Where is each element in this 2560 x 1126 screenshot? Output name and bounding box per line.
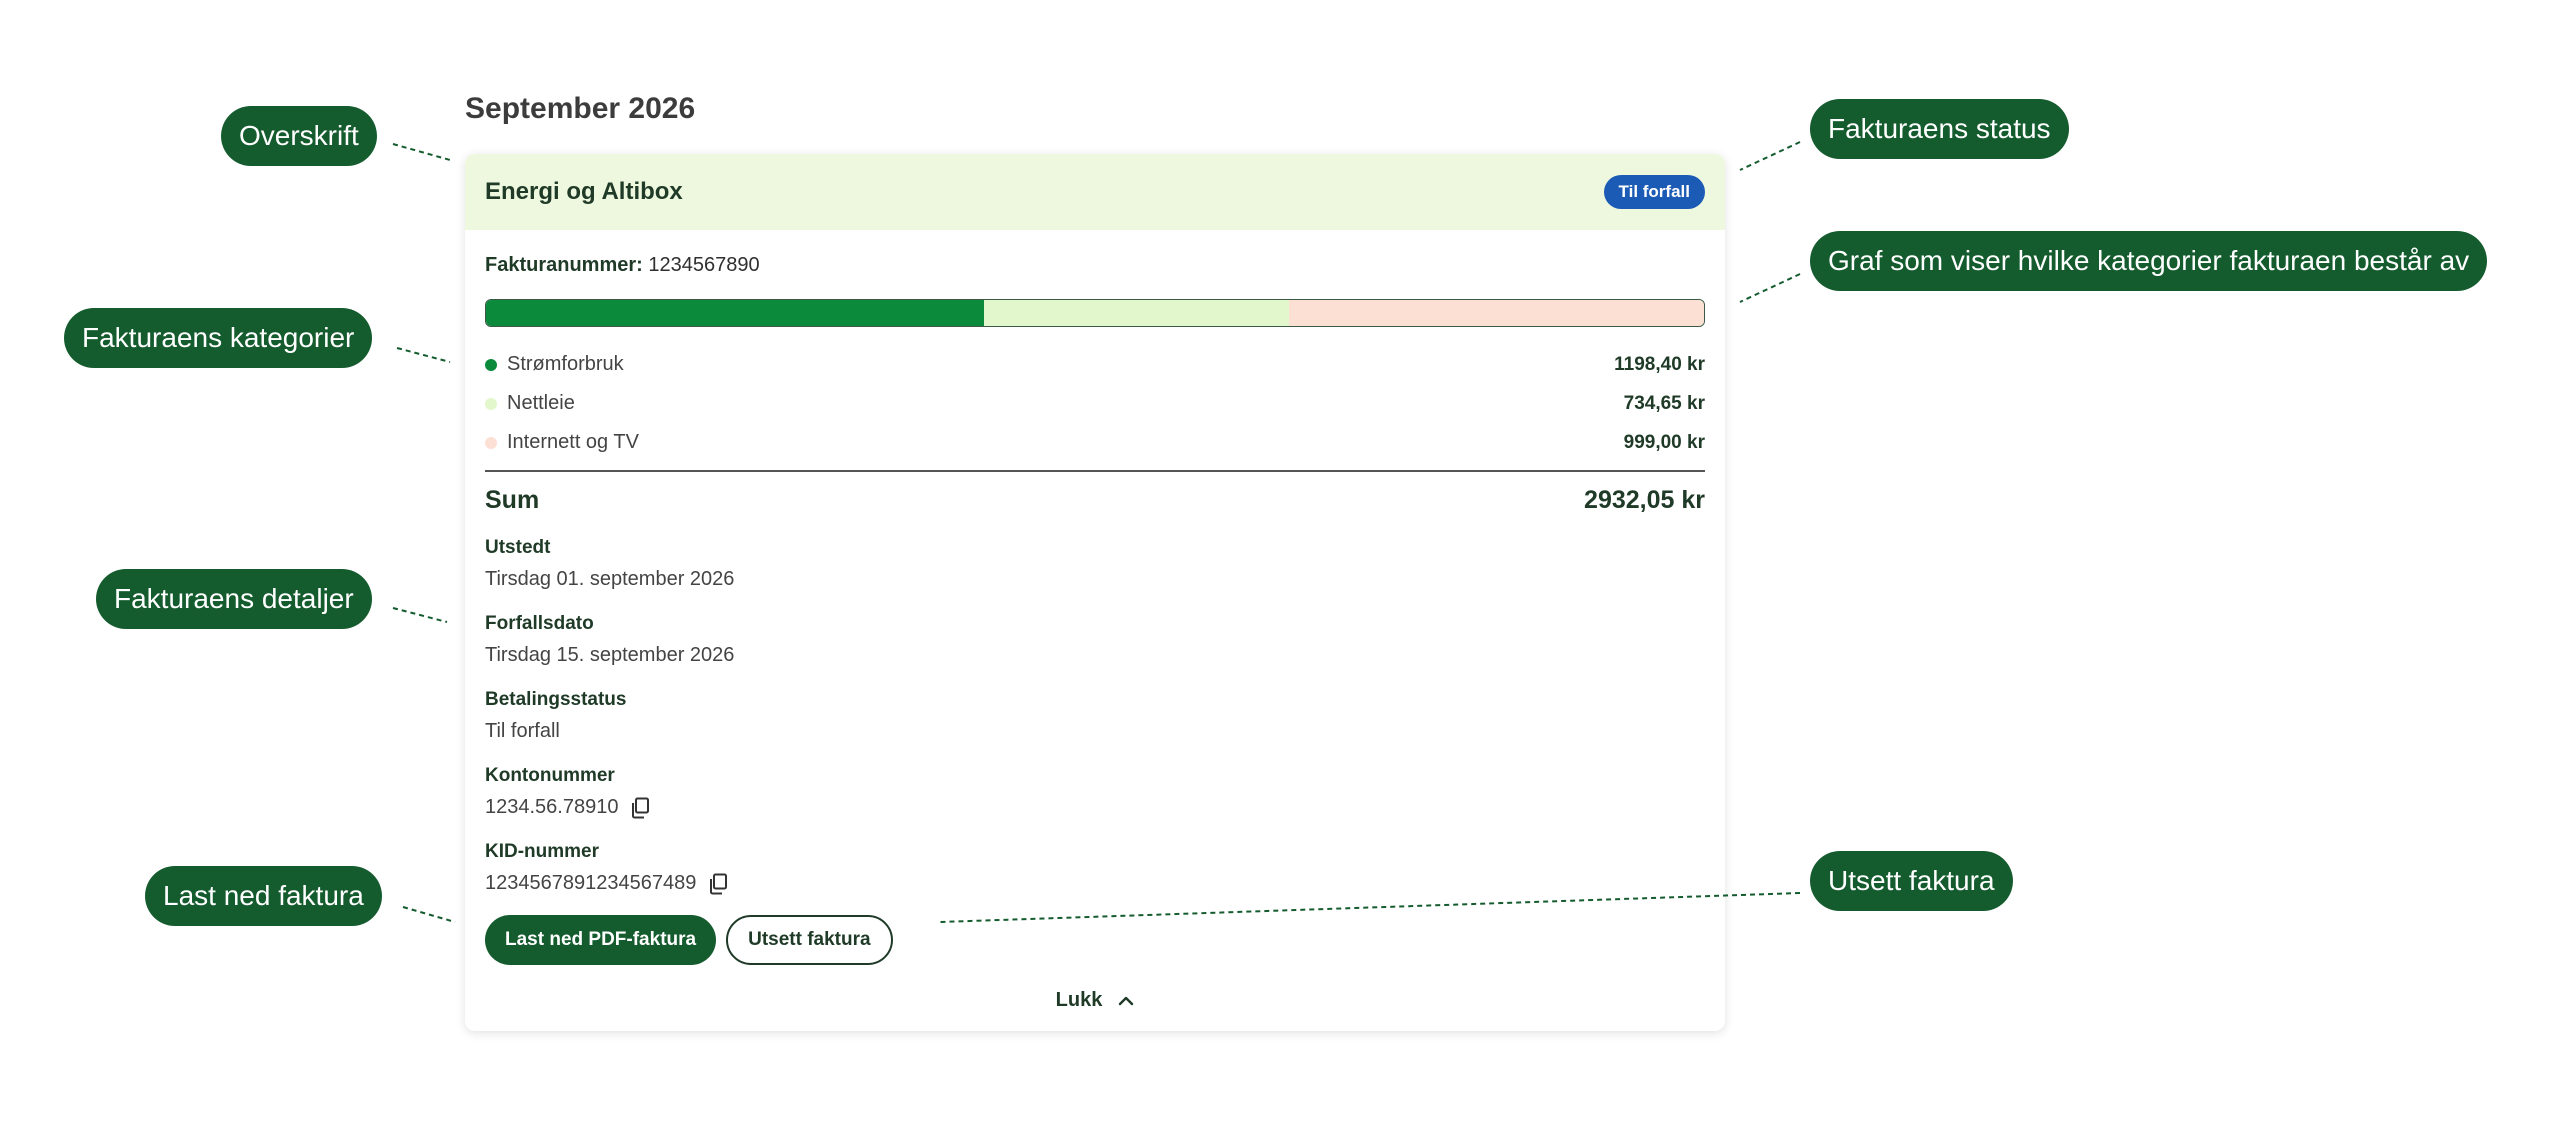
due-label: Forfallsdato <box>485 613 594 634</box>
invoice-number: Fakturanummer: 1234567890 <box>485 254 1705 277</box>
legend-label-group: Strømforbruk <box>485 353 624 376</box>
legend-label: Strømforbruk <box>507 353 624 375</box>
legend-row: Internett og TV 999,00 kr <box>485 423 1705 462</box>
kid-value-text: 1234567891234567489 <box>485 872 697 894</box>
callout-graph: Graf som viser hvilke kategorier faktura… <box>1810 231 2488 291</box>
sum-label: Sum <box>485 486 540 514</box>
bar-segment-3 <box>1288 300 1704 326</box>
issued-label: Utstedt <box>485 537 551 558</box>
bar-segment-2 <box>983 300 1289 326</box>
chevron-up-icon <box>1119 996 1134 1005</box>
page-title: September 2026 <box>465 92 696 125</box>
invoice-number-value: 1234567890 <box>648 254 760 276</box>
detail-issued: Utstedt Tirsdag 01. september 2026 <box>485 537 1705 591</box>
legend-dot-icon <box>485 436 497 449</box>
copy-icon[interactable] <box>708 873 728 895</box>
legend-label: Internett og TV <box>507 431 639 453</box>
payment-status-value: Til forfall <box>485 720 1705 743</box>
leader-details <box>392 607 448 623</box>
legend-row: Strømforbruk 1198,40 kr <box>485 345 1705 384</box>
leader-status <box>1739 141 1801 171</box>
callout-heading: Overskrift <box>221 106 377 166</box>
callout-postpone: Utsett faktura <box>1810 851 2013 911</box>
sum-divider <box>485 470 1705 472</box>
kid-value: 1234567891234567489 <box>485 872 1705 895</box>
download-pdf-button[interactable]: Last ned PDF-faktura <box>485 915 717 965</box>
legend-amount: 734,65 kr <box>1623 392 1705 414</box>
close-label: Lukk <box>1055 989 1103 1011</box>
kid-label: KID-nummer <box>485 841 600 862</box>
legend-dot-icon <box>485 397 497 410</box>
category-legend: Strømforbruk 1198,40 kr Nettleie 734,65 kr I… <box>485 345 1705 462</box>
leader-graph <box>1739 273 1801 303</box>
leader-download <box>402 906 456 923</box>
account-value: 1234.56.78910 <box>485 796 1705 819</box>
sum-value: 2932,05 kr <box>1584 486 1705 514</box>
invoice-card: Energi og Altibox Til forfall Fakturanum… <box>465 154 1725 1031</box>
copy-icon[interactable] <box>630 797 650 819</box>
leader-heading <box>392 143 451 161</box>
payment-status-label: Betalingsstatus <box>485 689 627 710</box>
callout-status: Fakturaens status <box>1810 99 2069 159</box>
account-value-text: 1234.56.78910 <box>485 796 619 818</box>
invoice-number-label: Fakturanummer: <box>485 254 643 276</box>
close-toggle[interactable]: Lukk <box>485 989 1705 1012</box>
status-badge: Til forfall <box>1603 175 1705 209</box>
legend-label: Nettleie <box>507 392 575 414</box>
callout-details: Fakturaens detaljer <box>96 569 372 629</box>
callout-categories: Fakturaens kategorier <box>64 308 373 368</box>
postpone-invoice-button[interactable]: Utsett faktura <box>726 915 893 965</box>
invoice-title: Energi og Altibox <box>485 178 683 205</box>
payment-status-value-text: Til forfall <box>485 720 560 742</box>
category-bar-chart <box>485 299 1705 327</box>
legend-label-group: Nettleie <box>485 392 575 415</box>
invoice-card-header[interactable]: Energi og Altibox Til forfall <box>465 154 1725 230</box>
callout-download: Last ned faktura <box>145 866 382 926</box>
invoice-actions: Last ned PDF-faktura Utsett faktura <box>485 915 1705 965</box>
leader-categories <box>396 347 451 363</box>
bar-segment-1 <box>486 300 984 326</box>
detail-account-number: Kontonummer 1234.56.78910 <box>485 765 1705 819</box>
issued-value-text: Tirsdag 01. september 2026 <box>485 568 735 590</box>
invoice-card-body: Fakturanummer: 1234567890 Strømforbruk 11… <box>465 254 1725 1012</box>
account-label: Kontonummer <box>485 765 615 786</box>
legend-amount: 1198,40 kr <box>1614 353 1705 375</box>
detail-payment-status: Betalingsstatus Til forfall <box>485 689 1705 743</box>
legend-row: Nettleie 734,65 kr <box>485 384 1705 423</box>
detail-due-date: Forfallsdato Tirsdag 15. september 2026 <box>485 613 1705 667</box>
legend-label-group: Internett og TV <box>485 431 639 454</box>
sum-row: Sum 2932,05 kr <box>485 486 1705 515</box>
detail-kid-number: KID-nummer 1234567891234567489 <box>485 841 1705 895</box>
legend-dot-icon <box>485 358 497 371</box>
due-value-text: Tirsdag 15. september 2026 <box>485 644 735 666</box>
legend-amount: 999,00 kr <box>1623 431 1705 453</box>
due-value: Tirsdag 15. september 2026 <box>485 644 1705 667</box>
issued-value: Tirsdag 01. september 2026 <box>485 568 1705 591</box>
